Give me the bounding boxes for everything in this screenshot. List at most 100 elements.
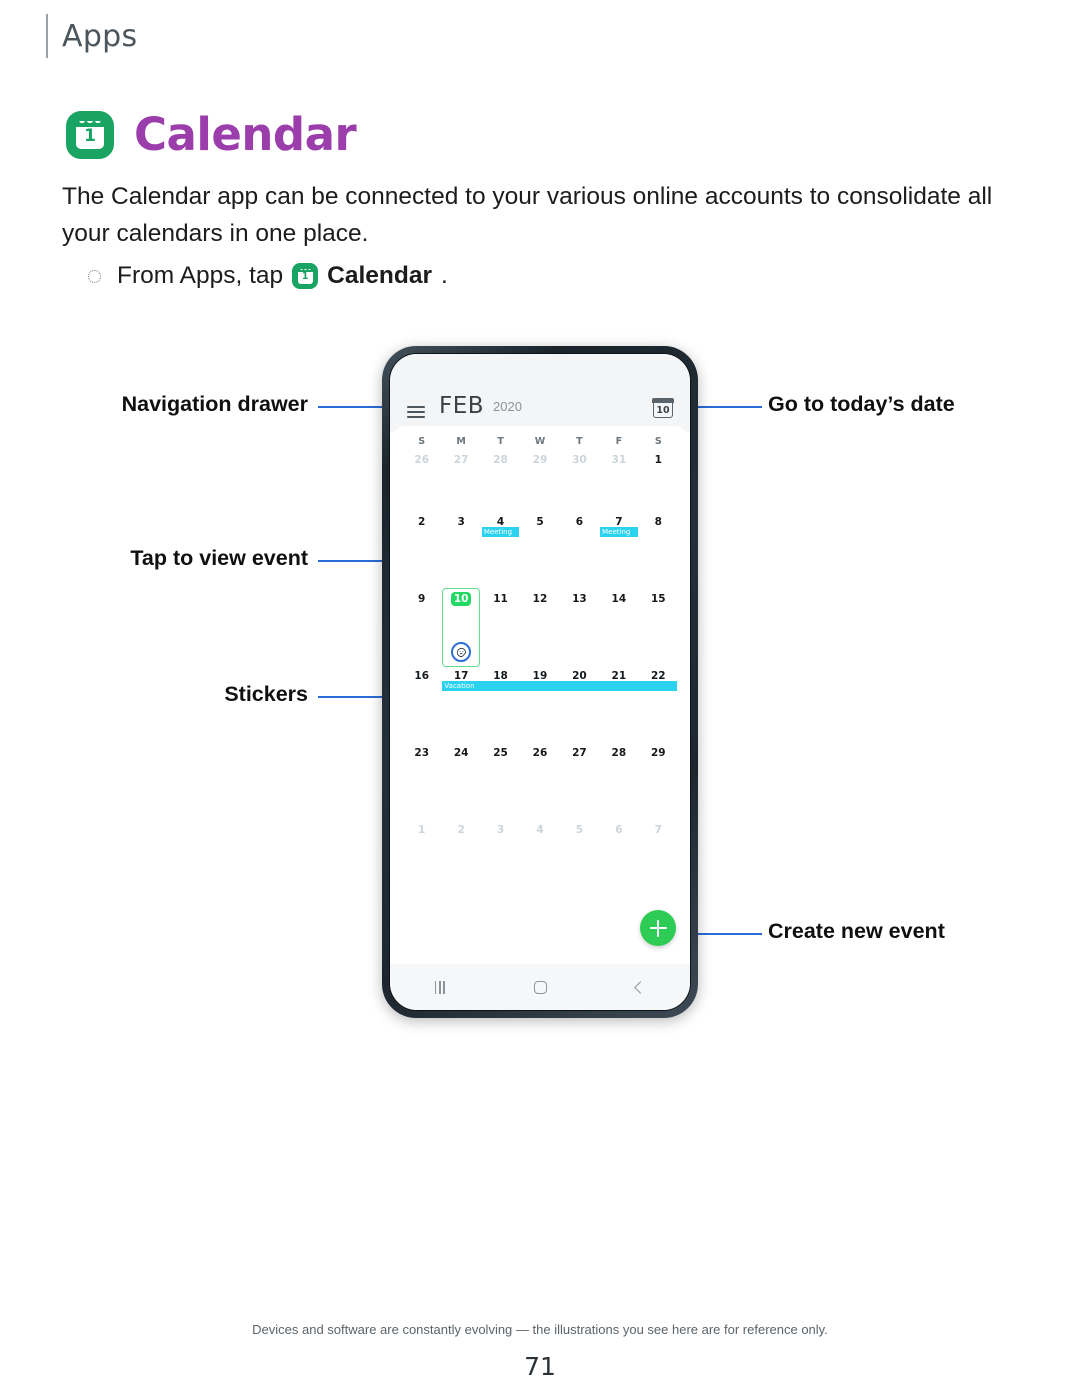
hamburger-icon[interactable]	[407, 406, 425, 418]
calendar-day-number: 3	[457, 516, 465, 528]
calendar-day-cell[interactable]: 9	[402, 589, 441, 607]
calendar-day-cell[interactable]: 5	[560, 820, 599, 838]
calendar-day-cell[interactable]: 1	[639, 450, 678, 468]
calendar-day-cell[interactable]: 29	[639, 743, 678, 761]
callout-stickers: Stickers	[224, 682, 308, 706]
calendar-day-cell[interactable]: 6	[560, 512, 599, 530]
calendar-day-cell[interactable]: 7	[639, 820, 678, 838]
calendar-day-number: 10	[450, 592, 472, 606]
calendar-day-cell[interactable]: 6	[599, 820, 638, 838]
sticker-smiley-icon[interactable]	[451, 642, 472, 662]
calendar-day-cell[interactable]: 5	[520, 512, 559, 530]
calendar-day-number: 26	[532, 747, 548, 759]
calendar-day-number: 12	[532, 593, 548, 605]
calendar-day-cell[interactable]: 10	[441, 589, 480, 607]
year-label: 2020	[493, 398, 522, 414]
calendar-day-cell[interactable]: 23	[402, 743, 441, 761]
intro-paragraph: The Calendar app can be connected to you…	[62, 183, 993, 247]
calendar-day-cell[interactable]: 27	[560, 743, 599, 761]
calendar-day-cell[interactable]: 30	[560, 450, 599, 468]
calendar-event-bar[interactable]: Meeting	[481, 527, 520, 537]
calendar-day-number: 28	[611, 747, 627, 759]
home-icon[interactable]	[534, 980, 548, 994]
calendar-day-number: 31	[611, 454, 627, 466]
phone-screen: FEB 2020 10 SMTWTFS 26 27 28 29 30 31 1 2 3 4 5 6 7 8…	[389, 353, 691, 1011]
calendar-day-cell[interactable]: 16	[402, 666, 441, 684]
calendar-day-cell[interactable]: 11	[481, 589, 520, 607]
create-event-fab[interactable]	[640, 910, 676, 946]
calendar-day-cell[interactable]: 12	[520, 589, 559, 607]
calendar-day-number: 6	[615, 824, 623, 836]
callout-go-to-today: Go to today’s date	[768, 392, 955, 416]
calendar-event-bar[interactable]: Meeting	[600, 527, 638, 537]
day-of-week-5: F	[615, 436, 623, 447]
bullet-lead-text: From Apps, tap	[117, 262, 284, 289]
calendar-day-cell[interactable]: 28	[599, 743, 638, 761]
bullet-app-name: Calendar	[327, 262, 432, 289]
calendar-day-cell[interactable]: 31	[599, 450, 638, 468]
phone-mockup: FEB 2020 10 SMTWTFS 26 27 28 29 30 31 1 2 3 4 5 6 7 8…	[382, 346, 698, 1018]
callout-navigation-drawer: Navigation drawer	[121, 392, 308, 416]
calendar-day-cell[interactable]: 27	[441, 450, 480, 468]
calendar-day-number: 1	[654, 454, 662, 466]
calendar-day-cell[interactable]: 14	[599, 589, 638, 607]
calendar-day-number: 14	[611, 593, 627, 605]
calendar-day-number: 16	[414, 670, 430, 682]
running-head-label: Apps	[62, 18, 138, 54]
calendar-week: 23 24 25 26 27 28 29	[402, 743, 678, 820]
calendar-week: 2 3 4 5 6 7 8 Meeting Meeting	[402, 512, 678, 589]
bullet-trailing: .	[440, 262, 448, 289]
calendar-day-cell[interactable]: 15	[639, 589, 678, 607]
day-of-week-4: T	[576, 436, 583, 447]
calendar-day-cell[interactable]: 13	[560, 589, 599, 607]
calendar-week: 16 17 18 19 20 21 22 Vacation	[402, 666, 678, 743]
calendar-day-cell[interactable]: 3	[441, 512, 480, 530]
calendar-day-number: 7	[654, 824, 662, 836]
calendar-day-cell[interactable]: 26	[520, 743, 559, 761]
calendar-day-cell[interactable]: 24	[441, 743, 480, 761]
calendar-day-number: 13	[572, 593, 587, 605]
page-number: 71	[524, 1352, 556, 1381]
calendar-week: 26 27 28 29 30 31 1	[402, 450, 678, 512]
day-of-week-3: W	[534, 436, 546, 447]
android-nav-bar	[390, 964, 690, 1010]
calendar-day-number: 5	[536, 516, 544, 528]
calendar-day-number: 24	[453, 747, 469, 759]
today-button-number: 10	[656, 404, 670, 416]
calendar-day-number: 5	[575, 824, 584, 836]
calendar-day-number: 3	[496, 824, 505, 836]
recents-icon[interactable]	[434, 980, 445, 994]
calendar-day-cell[interactable]: 28	[481, 450, 520, 468]
calendar-day-number: 26	[414, 454, 430, 466]
bullet-marker-icon	[88, 269, 101, 283]
calendar-day-cell[interactable]: 26	[402, 450, 441, 468]
page-root: Apps 1 Calendar The Calendar app can be …	[0, 0, 1080, 1397]
calendar-day-number: 29	[650, 747, 666, 759]
calendar-day-cell[interactable]: 1	[402, 820, 441, 838]
calendar-day-cell[interactable]: 25	[481, 743, 520, 761]
calendar-day-number: 1	[418, 824, 426, 836]
calendar-day-cell[interactable]: 2	[441, 820, 480, 838]
calendar-day-number: 8	[654, 516, 662, 528]
calendar-day-number: 25	[493, 747, 508, 759]
day-of-week-2: T	[497, 436, 504, 447]
instruction-bullet: From Apps, tap 1 Calendar .	[88, 262, 448, 290]
calendar-event-bar[interactable]: Vacation	[442, 681, 677, 691]
calendar-day-number: 23	[414, 747, 430, 759]
day-of-week-0: S	[418, 436, 426, 447]
month-label[interactable]: FEB	[439, 395, 484, 418]
calendar-inline-icon: 1	[292, 263, 319, 289]
calendar-day-cell[interactable]: 29	[520, 450, 559, 468]
callout-tap-to-view-event: Tap to view event	[130, 546, 308, 570]
calendar-day-cell[interactable]: 3	[481, 820, 520, 838]
calendar-app-icon: 1	[66, 110, 114, 159]
calendar-day-cell[interactable]: 4	[520, 820, 559, 838]
calendar-weeks: 26 27 28 29 30 31 1 2 3 4 5 6 7 8 Meeting Meeting 9 10 11 1…	[402, 450, 678, 897]
calendar-day-cell[interactable]: 2	[402, 512, 441, 530]
back-icon[interactable]	[634, 980, 648, 994]
calendar-app-bar: FEB 2020 10	[390, 354, 690, 432]
calendar-day-number: 4	[536, 824, 544, 836]
calendar-day-cell[interactable]: 8	[639, 512, 678, 530]
calendar-today-icon[interactable]: 10	[652, 398, 674, 418]
footer-disclaimer: Devices and software are constantly evol…	[252, 1322, 828, 1337]
